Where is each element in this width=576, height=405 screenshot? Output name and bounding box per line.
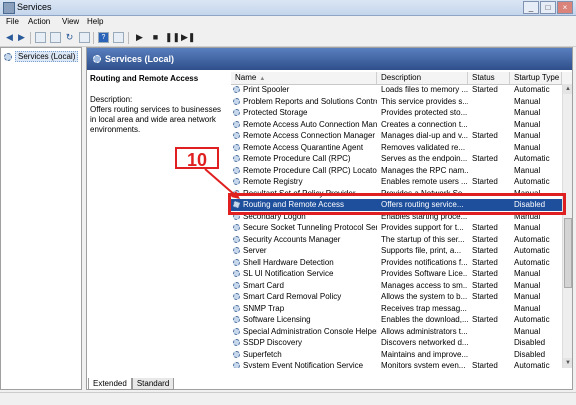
callout-arrow: [204, 168, 240, 199]
